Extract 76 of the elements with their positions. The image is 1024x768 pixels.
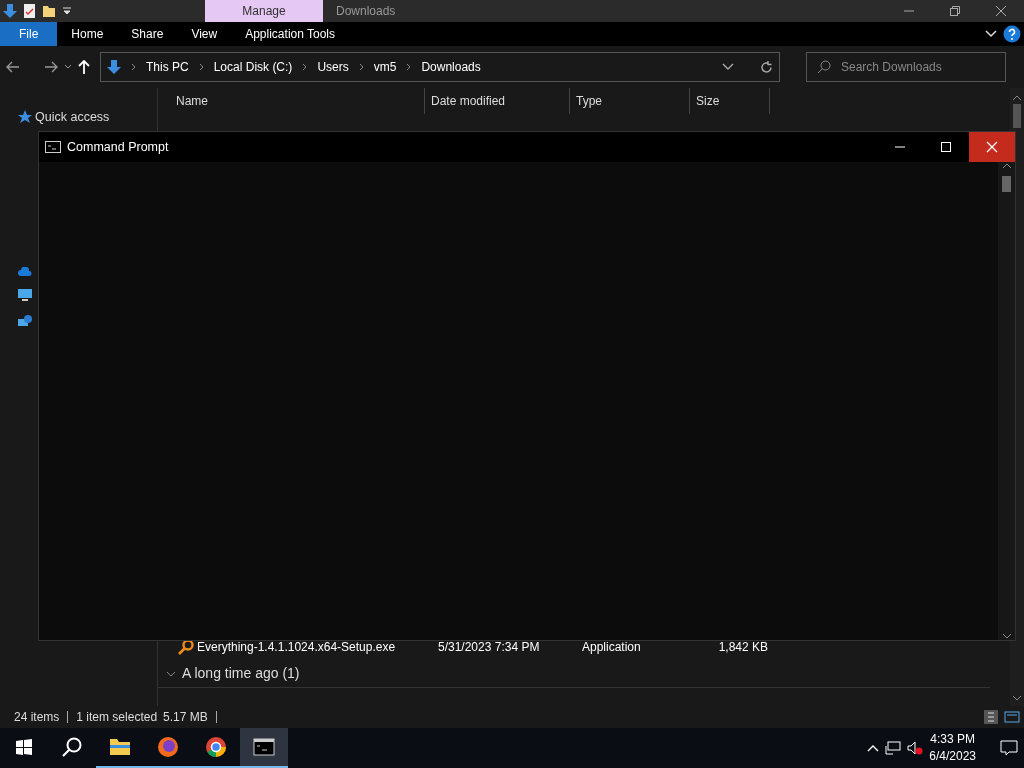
ribbon-tab[interactable]: Application Tools <box>231 22 350 46</box>
globe-icon <box>205 736 227 758</box>
breadcrumb-item[interactable]: Downloads <box>421 58 481 76</box>
restore-icon[interactable] <box>950 6 960 16</box>
ribbon-tab[interactable]: View <box>177 22 232 46</box>
back-arrow-icon[interactable] <box>6 61 20 73</box>
star-icon <box>18 110 32 125</box>
terminal-icon <box>253 736 275 758</box>
selection-size: 5.17 MB <box>163 709 208 726</box>
column-header[interactable]: Name <box>170 88 425 114</box>
scroll-down-icon[interactable] <box>1012 694 1022 702</box>
chevron-right-icon <box>131 63 136 71</box>
file-date: 5/31/2023 7:34 PM <box>438 639 541 656</box>
chevron-right-icon <box>358 63 364 71</box>
column-header[interactable]: Size <box>690 88 770 114</box>
chevron-down-icon[interactable] <box>64 64 72 70</box>
close-icon[interactable] <box>995 5 1007 17</box>
group-header[interactable]: A long time ago (1) <box>182 663 300 684</box>
scrollbar[interactable] <box>998 162 1015 640</box>
breadcrumb-item[interactable]: Local Disk (C:) <box>213 58 293 76</box>
folder-icon <box>109 736 131 758</box>
context-tab-label: Manage <box>205 0 323 22</box>
network-icon[interactable] <box>885 741 902 755</box>
scrollbar-thumb[interactable] <box>1013 104 1021 128</box>
scrollbar-thumb[interactable] <box>1002 176 1011 192</box>
taskbar-app-button[interactable] <box>240 728 288 768</box>
refresh-icon[interactable] <box>760 60 773 74</box>
chevron-right-icon <box>198 63 204 71</box>
magnifier-icon <box>178 639 194 655</box>
document-check-icon[interactable] <box>23 3 36 19</box>
search-icon[interactable] <box>62 737 82 757</box>
nav-item[interactable]: Quick access <box>35 108 110 127</box>
download-arrow-icon <box>107 59 121 75</box>
scroll-down-icon[interactable] <box>1001 632 1012 640</box>
column-header[interactable]: Date modified <box>425 88 570 114</box>
chevron-right-icon <box>406 63 412 71</box>
network-icon <box>18 313 32 328</box>
clock-date[interactable]: 6/4/2023 <box>929 748 976 765</box>
speaker-muted-icon[interactable] <box>907 741 924 755</box>
file-type: Application <box>582 639 642 656</box>
chevron-up-icon[interactable] <box>867 744 880 752</box>
folder-icon[interactable] <box>42 4 56 18</box>
dropdown-icon[interactable] <box>62 6 72 16</box>
breadcrumb-item[interactable]: Users <box>317 58 349 76</box>
window-title: Downloads <box>335 3 397 20</box>
notification-icon[interactable] <box>1000 740 1018 756</box>
search-field[interactable]: Search Downloads <box>806 52 1006 82</box>
selection-count: 1 item selected <box>76 709 158 726</box>
chevron-right-icon <box>302 63 308 71</box>
tiles-view-icon[interactable] <box>1004 710 1020 724</box>
chevron-down-icon[interactable] <box>722 63 734 71</box>
help-icon[interactable] <box>1003 25 1021 43</box>
ribbon-tab[interactable]: Home <box>57 22 118 46</box>
file-size: 1,842 KB <box>717 639 768 656</box>
search-icon <box>817 60 831 74</box>
scroll-up-icon[interactable] <box>1001 162 1012 170</box>
scroll-up-icon[interactable] <box>1012 94 1022 102</box>
up-arrow-icon[interactable] <box>78 60 90 74</box>
maximize-icon <box>941 142 951 152</box>
ribbon-tab[interactable]: Share <box>117 22 178 46</box>
cloud-icon <box>18 266 32 276</box>
window-title: Command Prompt <box>67 138 169 156</box>
globe-icon <box>157 736 179 758</box>
forward-arrow-icon[interactable] <box>44 61 58 73</box>
file-name[interactable]: Everything-1.4.1.1024.x64-Setup.exe <box>197 638 396 656</box>
download-arrow-icon[interactable] <box>3 3 17 19</box>
close-icon <box>986 141 998 153</box>
details-view-icon[interactable] <box>984 710 998 724</box>
breadcrumb-item[interactable]: This PC <box>146 58 189 76</box>
computer-icon <box>18 287 32 302</box>
clock-time[interactable]: 4:33 PM <box>930 731 975 748</box>
breadcrumb-item[interactable]: vm5 <box>373 58 397 76</box>
item-count: 24 items <box>14 709 60 726</box>
windows-start-icon[interactable] <box>16 739 32 755</box>
terminal-icon <box>45 141 61 153</box>
column-header[interactable]: Type <box>570 88 690 114</box>
